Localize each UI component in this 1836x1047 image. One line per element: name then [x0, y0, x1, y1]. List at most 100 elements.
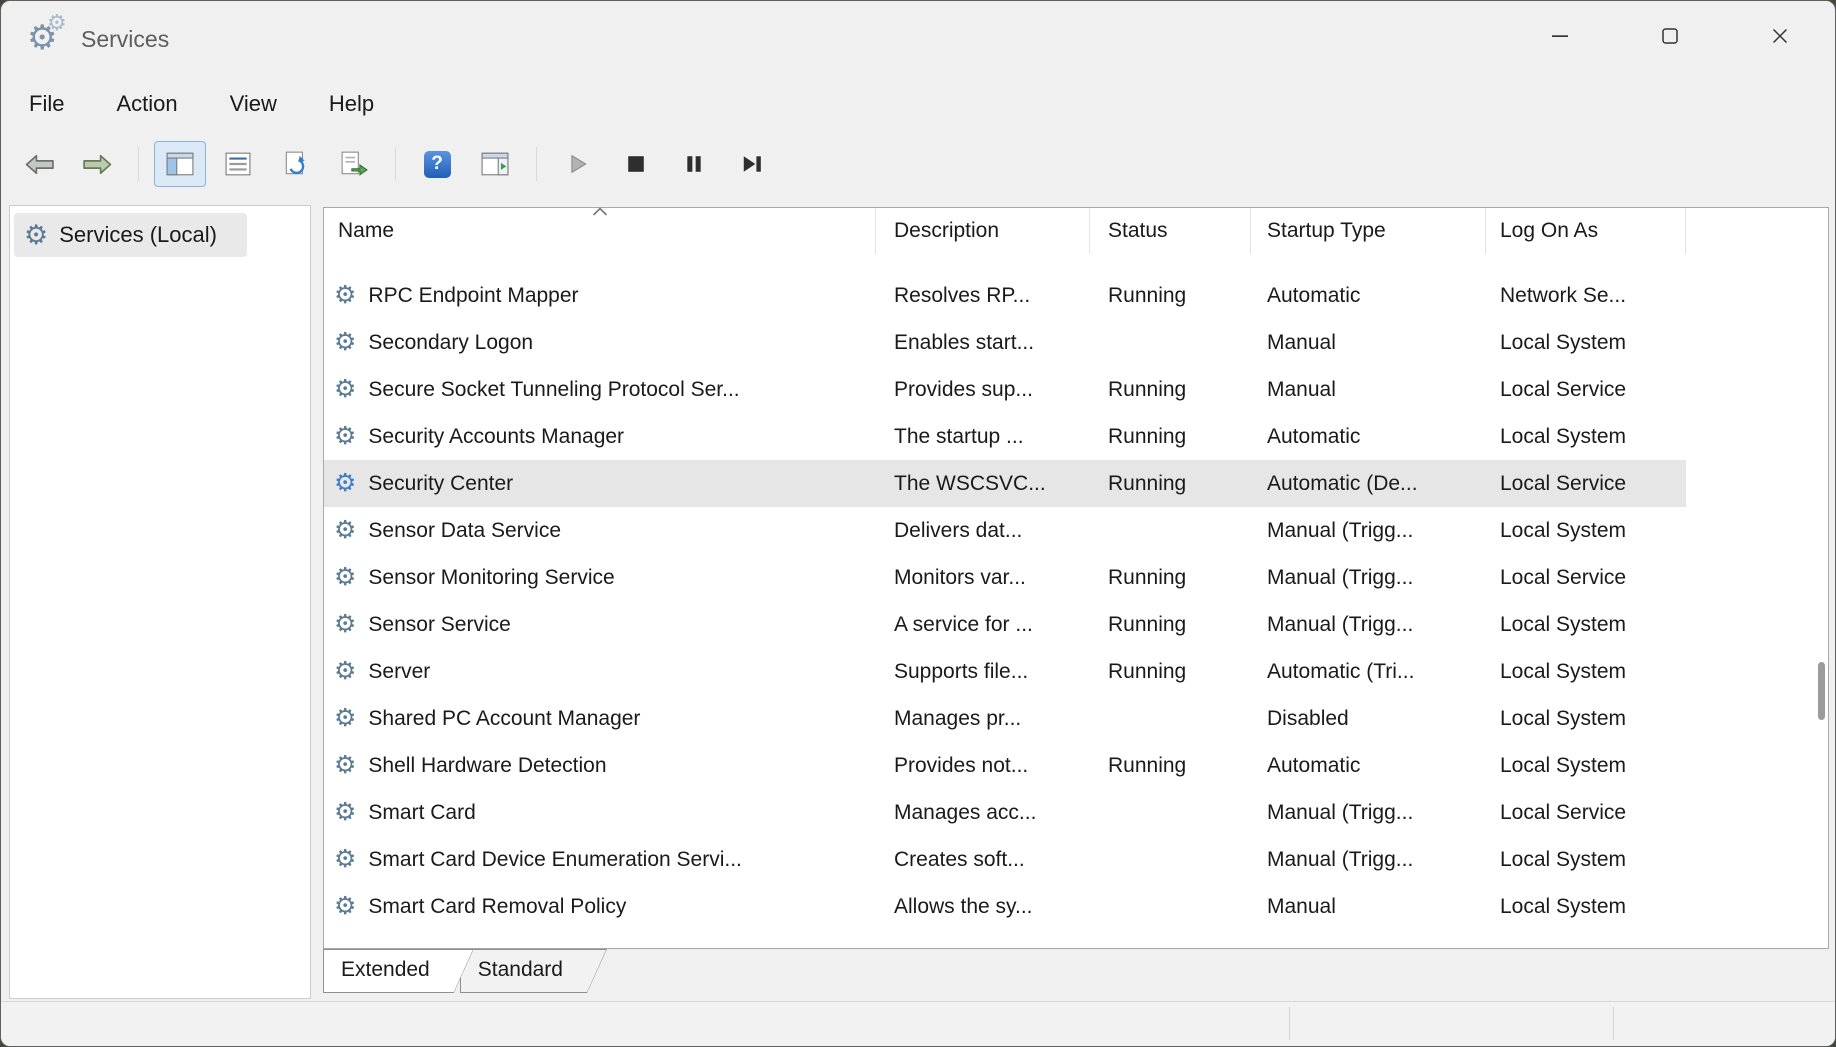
help-button[interactable]: ? — [411, 141, 463, 187]
gear-icon: ⚙ — [47, 11, 67, 35]
service-row-smart-card-device-enumeration-servi[interactable]: ⚙Smart Card Device Enumeration Servi...C… — [324, 836, 1686, 883]
service-log-on-as: Local System — [1486, 883, 1686, 930]
pause-service-button[interactable] — [668, 141, 720, 187]
service-description: Supports file... — [876, 648, 1090, 695]
properties-button[interactable] — [212, 141, 264, 187]
service-description: The WSCSVC... — [876, 460, 1090, 507]
show-hide-console-tree-button[interactable] — [154, 141, 206, 187]
restart-service-icon — [741, 154, 763, 174]
column-header-startup-type[interactable]: Startup Type — [1251, 208, 1486, 254]
service-log-on-as: Local Service — [1486, 366, 1686, 413]
refresh-button[interactable] — [270, 141, 322, 187]
service-name-cell: ⚙Sensor Service — [324, 601, 876, 648]
toolbar-separator — [395, 147, 396, 181]
service-gear-icon: ⚙ — [334, 565, 356, 590]
service-row-smart-card-removal-policy[interactable]: ⚙Smart Card Removal PolicyAllows the sy.… — [324, 883, 1686, 930]
service-description: Allows the sy... — [876, 883, 1090, 930]
service-startup-type: Manual (Trigg... — [1251, 601, 1486, 648]
service-row-server[interactable]: ⚙ServerSupports file...RunningAutomatic … — [324, 648, 1686, 695]
service-name-cell: ⚙ Server — [324, 648, 876, 695]
service-row-shared-pc-account-manager[interactable]: ⚙Shared PC Account ManagerManages pr...D… — [324, 695, 1686, 742]
minimize-icon — [1551, 27, 1569, 45]
service-name-label: Shared PC Account Manager — [368, 695, 640, 742]
service-log-on-as: Local Service — [1486, 789, 1686, 836]
service-status — [1090, 319, 1251, 366]
service-name-label: Secondary Logon — [368, 319, 533, 366]
status-bar-separator — [1289, 1007, 1290, 1040]
service-log-on-as: Local System — [1486, 648, 1686, 695]
service-name-cell: ⚙Sensor Monitoring Service — [324, 554, 876, 601]
service-description: The startup ... — [876, 413, 1090, 460]
menu-item-action[interactable]: Action — [90, 83, 203, 125]
service-status: Running — [1090, 272, 1251, 319]
column-header-description[interactable]: Description — [876, 208, 1090, 254]
menu-item-help[interactable]: Help — [303, 83, 400, 125]
service-status: Running — [1090, 366, 1251, 413]
service-row-security-accounts-manager[interactable]: ⚙Security Accounts ManagerThe startup ..… — [324, 413, 1686, 460]
service-startup-type: Manual — [1251, 366, 1486, 413]
service-row-security-center[interactable]: ⚙Security CenterThe WSCSVC...RunningAuto… — [324, 460, 1686, 507]
column-header-status[interactable]: Status — [1090, 208, 1251, 254]
service-startup-type: Manual — [1251, 319, 1486, 366]
service-gear-icon: ⚙ — [334, 659, 356, 684]
service-startup-type: Manual (Trigg... — [1251, 507, 1486, 554]
service-row-sensor-service[interactable]: ⚙Sensor ServiceA service for ...RunningM… — [324, 601, 1686, 648]
menu-item-file[interactable]: File — [3, 83, 90, 125]
service-status — [1090, 507, 1251, 554]
restart-service-button[interactable] — [726, 141, 778, 187]
service-startup-type: Automatic — [1251, 742, 1486, 789]
service-row-sensor-data-service[interactable]: ⚙Sensor Data ServiceDelivers dat...Manua… — [324, 507, 1686, 554]
maximize-icon — [1661, 27, 1679, 45]
menu-bar: FileActionViewHelp — [1, 77, 1835, 131]
service-startup-type: Manual (Trigg... — [1251, 836, 1486, 883]
service-row-rpc-endpoint-mapper[interactable]: ⚙RPC Endpoint MapperResolves RP...Runnin… — [324, 272, 1686, 319]
stop-service-button[interactable] — [610, 141, 662, 187]
service-gear-icon: ⚙ — [334, 377, 356, 402]
service-startup-type: Automatic — [1251, 413, 1486, 460]
start-service-icon — [567, 153, 589, 175]
service-description: Manages pr... — [876, 695, 1090, 742]
stop-service-icon — [626, 154, 646, 174]
tab-extended[interactable]: Extended — [323, 949, 474, 993]
sidebar-item-services-local[interactable]: ⚙ Services (Local) — [14, 213, 247, 257]
service-row-shell-hardware-detection[interactable]: ⚙Shell Hardware DetectionProvides not...… — [324, 742, 1686, 789]
service-status — [1090, 836, 1251, 883]
service-gear-icon: ⚙ — [334, 894, 356, 919]
service-row-secure-socket-tunneling-protocol-ser[interactable]: ⚙Secure Socket Tunneling Protocol Ser...… — [324, 366, 1686, 413]
vertical-scrollbar[interactable] — [1815, 210, 1826, 946]
export-list-button[interactable] — [328, 141, 380, 187]
maximize-button[interactable] — [1615, 1, 1725, 71]
service-log-on-as: Local Service — [1486, 460, 1686, 507]
service-name-cell: ⚙Smart Card Device Enumeration Servi... — [324, 836, 876, 883]
service-row-smart-card[interactable]: ⚙Smart CardManages acc...Manual (Trigg..… — [324, 789, 1686, 836]
service-name-label: Security Accounts Manager — [368, 413, 624, 460]
tab-standard[interactable]: Standard — [460, 949, 607, 993]
help-icon: ? — [424, 151, 451, 178]
column-header-log-on-as[interactable]: Log On As — [1486, 208, 1686, 254]
back-button[interactable] — [13, 141, 65, 187]
close-button[interactable] — [1725, 1, 1835, 71]
start-service-button[interactable] — [552, 141, 604, 187]
menu-item-view[interactable]: View — [204, 83, 303, 125]
service-log-on-as: Network Se... — [1486, 272, 1686, 319]
service-name-cell: ⚙Sensor Data Service — [324, 507, 876, 554]
service-name-label: Server — [368, 648, 430, 695]
tab-label: Standard — [460, 949, 607, 991]
service-name-cell: ⚙Secure Socket Tunneling Protocol Ser... — [324, 366, 876, 413]
service-description: Resolves RP... — [876, 272, 1090, 319]
show-hide-action-pane-button[interactable] — [469, 141, 521, 187]
service-startup-type: Manual — [1251, 883, 1486, 930]
forward-button[interactable] — [71, 141, 123, 187]
service-name-label: Shell Hardware Detection — [368, 742, 606, 789]
service-row-secondary-logon[interactable]: ⚙Secondary LogonEnables start...ManualLo… — [324, 319, 1686, 366]
minimize-button[interactable] — [1505, 1, 1615, 71]
service-name-cell: ⚙Shell Hardware Detection — [324, 742, 876, 789]
service-row-sensor-monitoring-service[interactable]: ⚙Sensor Monitoring ServiceMonitors var..… — [324, 554, 1686, 601]
scrollbar-thumb[interactable] — [1818, 662, 1825, 720]
status-bar-separator — [1613, 1007, 1614, 1040]
service-status: Running — [1090, 648, 1251, 695]
service-name-cell: ⚙Security Center — [324, 460, 876, 507]
sort-ascending-icon — [591, 207, 609, 216]
back-icon — [24, 152, 55, 177]
show-hide-action-pane-icon — [481, 152, 509, 176]
